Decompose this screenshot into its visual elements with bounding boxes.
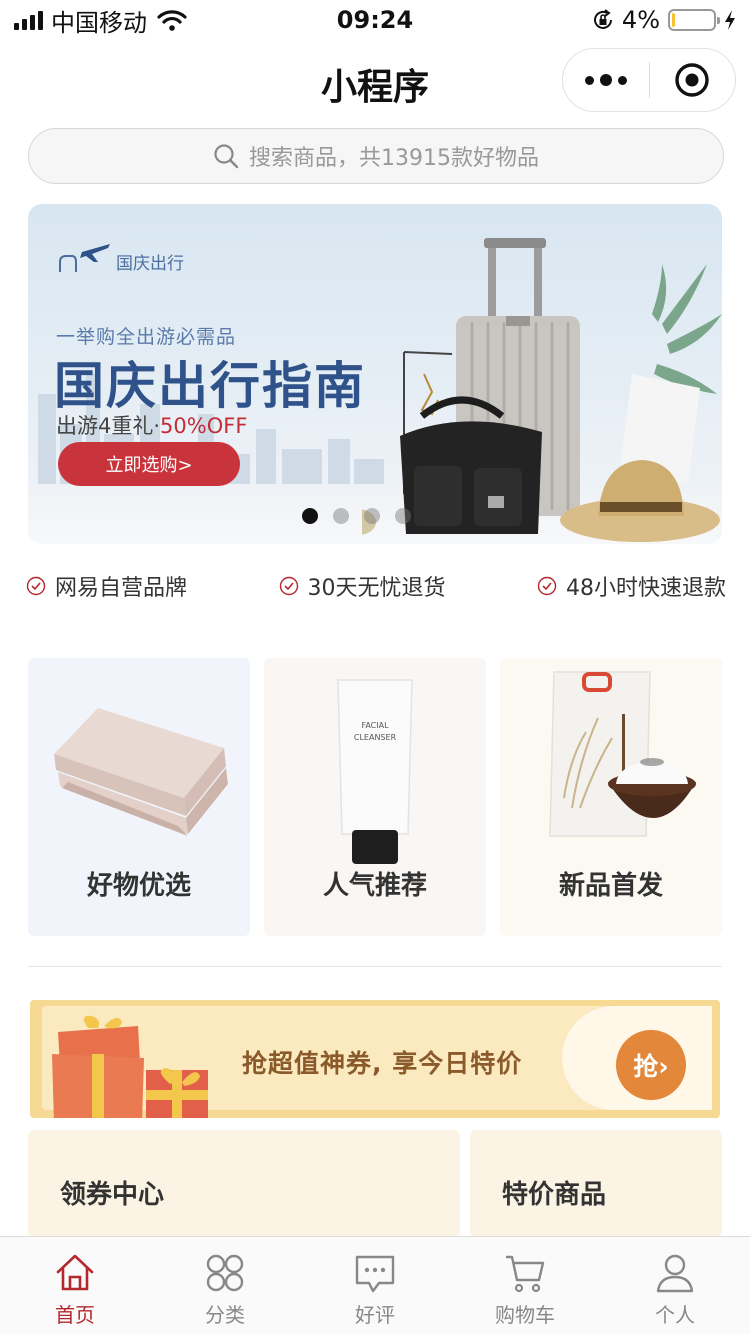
battery-percent: 4%	[621, 6, 660, 34]
search-input[interactable]: 搜索商品，共13915款好物品	[28, 128, 724, 184]
tab-label: 好评	[355, 1303, 395, 1327]
service-promises: 网易自营品牌 30天无忧退货 48小时快速退款	[26, 568, 726, 604]
rotation-lock-icon	[593, 9, 612, 29]
category-icon	[206, 1254, 244, 1292]
tab-category[interactable]: 分类	[150, 1237, 300, 1334]
search-placeholder: 搜索商品，共13915款好物品	[249, 146, 539, 171]
service-promise: 网易自营品牌	[26, 570, 187, 602]
status-bar: 中国移动 09:24 4%	[0, 0, 750, 40]
banner-pagination	[302, 508, 411, 524]
gift-box-icon	[52, 1015, 208, 1118]
search-icon	[214, 144, 239, 169]
plane-logo-icon	[59, 244, 110, 272]
coupon-text: 抢超值神券, 享今日特价	[242, 1049, 523, 1078]
more-icon[interactable]	[563, 48, 649, 112]
category-card-good-picks[interactable]: 好物优选	[28, 658, 250, 936]
banner-subtitle: 一举购全出游必需品	[56, 326, 237, 348]
tab-reviews[interactable]: 好评	[300, 1237, 450, 1334]
comment-icon	[355, 1255, 395, 1293]
tab-label: 购物车	[495, 1303, 555, 1327]
user-icon	[656, 1254, 694, 1293]
grab-coupon-button[interactable]: 抢›	[616, 1030, 686, 1100]
pagination-dot[interactable]	[302, 508, 318, 524]
signal-icon	[14, 10, 43, 30]
tab-cart[interactable]: 购物车	[450, 1237, 600, 1334]
section-divider	[28, 966, 722, 967]
rice-image	[549, 671, 696, 837]
card-label: 特价商品	[502, 1180, 607, 1210]
travel-products-image	[362, 238, 722, 542]
pagination-dot[interactable]	[333, 508, 349, 524]
category-label: 新品首发	[558, 871, 663, 901]
check-circle-icon	[26, 576, 46, 596]
coupon-banner[interactable]: 抢超值神券, 享今日特价 抢›	[30, 1000, 720, 1118]
special-offer-card[interactable]: 特价商品	[470, 1130, 722, 1238]
category-label: 好物优选	[86, 871, 191, 901]
home-icon	[56, 1254, 94, 1291]
service-promise-label: 48小时快速退款	[565, 576, 726, 601]
miniprogram-capsule	[562, 48, 736, 112]
service-promise-label: 30天无忧退货	[307, 576, 446, 601]
tab-profile[interactable]: 个人	[600, 1237, 750, 1334]
service-promise-label: 网易自营品牌	[55, 576, 188, 601]
blanket-image	[54, 708, 228, 836]
charging-icon	[725, 10, 735, 30]
tab-label: 个人	[655, 1303, 695, 1327]
coupon-center-card[interactable]: 领券中心	[28, 1130, 460, 1238]
category-card-popular[interactable]: FACIAL CLEANSER 人气推荐	[264, 658, 486, 936]
category-card-new-arrivals[interactable]: 新品首发	[500, 658, 722, 936]
carrier-name: 中国移动	[51, 8, 147, 37]
banner-title: 国庆出行指南	[54, 357, 366, 415]
battery-icon	[668, 9, 720, 31]
card-label: 领券中心	[60, 1180, 165, 1210]
category-label: 人气推荐	[322, 871, 427, 901]
banner-offer-highlight: 50%OFF	[160, 414, 248, 438]
nav-bar: 小程序	[0, 44, 750, 118]
product-text-facial: FACIAL	[361, 721, 389, 730]
wifi-icon	[157, 10, 187, 31]
facial-cleanser-image: FACIAL CLEANSER	[337, 679, 413, 864]
banner-logo-text: 国庆出行	[116, 254, 184, 274]
banner-offer: 出游4重礼·50%OFF	[56, 410, 247, 440]
check-circle-icon	[537, 576, 557, 596]
tab-bar: 首页 分类 好评 购物车 个人	[0, 1236, 750, 1334]
category-cards: 好物优选 FACIAL CLEANSER 人气推荐 新品首发	[28, 658, 722, 936]
cart-icon	[506, 1255, 545, 1293]
check-circle-icon	[279, 576, 298, 596]
tab-home[interactable]: 首页	[0, 1237, 150, 1334]
close-miniprogram-icon[interactable]	[650, 48, 736, 112]
service-promise: 30天无忧退货	[279, 570, 446, 602]
promo-banner[interactable]: 国庆出行 一举购全出游必需品 国庆出行指南 出游4重礼·50%OFF 立即选购>	[28, 204, 722, 544]
pagination-dot[interactable]	[364, 508, 380, 524]
product-text-cleanser: CLEANSER	[354, 733, 397, 742]
tab-label: 分类	[205, 1303, 245, 1327]
service-promise: 48小时快速退款	[537, 570, 726, 602]
pagination-dot[interactable]	[395, 508, 411, 524]
shop-now-button[interactable]: 立即选购>	[58, 442, 240, 486]
battery-level	[672, 13, 676, 27]
banner-logo: 国庆出行	[58, 242, 184, 274]
tab-label: 首页	[55, 1303, 95, 1327]
banner-offer-prefix: 出游4重礼·	[56, 414, 161, 438]
